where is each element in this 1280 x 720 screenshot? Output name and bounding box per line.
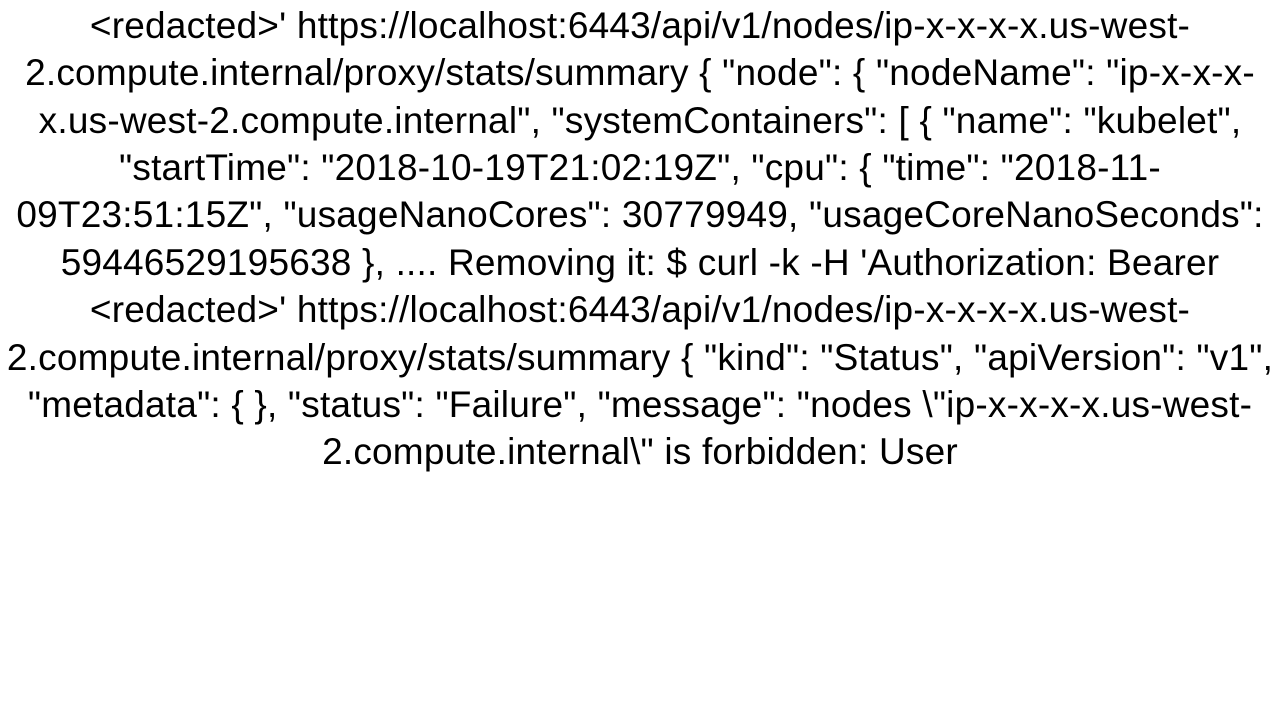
body-text: <redacted>' https://localhost:6443/api/v… (0, 0, 1280, 476)
